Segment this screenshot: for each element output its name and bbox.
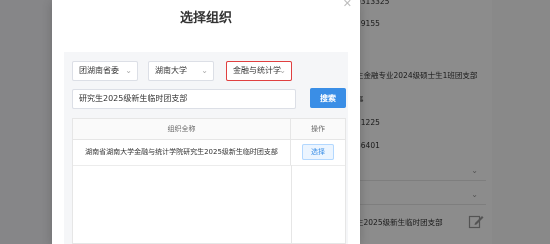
province-select-value: 团湖南省委 [79,66,119,75]
filter-panel: 团湖南省委 ⌄ 湖南大学 ⌄ 金融与统计学 ⌄ 研究生2025级新生临时团支部 … [64,52,348,244]
column-header-name: 组织全称 [73,119,291,139]
college-select[interactable]: 金融与统计学 ⌄ [226,61,292,81]
select-button[interactable]: 选择 [302,144,334,160]
action-cell: 选择 [291,139,345,165]
close-icon[interactable]: ✕ [343,0,352,10]
university-select[interactable]: 湖南大学 ⌄ [148,61,214,81]
organization-name-cell: 湖南省湖南大学金融与统计学院研究生2025级新生临时团支部 [73,139,291,165]
select-organization-dialog: 选择组织 ✕ 团湖南省委 ⌄ 湖南大学 ⌄ 金融与统计学 ⌄ 研究生2025级新… [52,0,360,244]
column-divider [291,165,292,243]
search-button[interactable]: 搜索 [310,88,346,108]
chevron-down-icon: ⌄ [279,66,286,75]
chevron-down-icon: ⌄ [201,66,208,75]
organization-search-input[interactable]: 研究生2025级新生临时团支部 [72,89,296,109]
province-select[interactable]: 团湖南省委 ⌄ [72,61,138,81]
dialog-title: 选择组织 [179,11,232,26]
table-header: 组织全称 操作 [73,119,345,140]
organization-table: 组织全称 操作 湖南省湖南大学金融与统计学院研究生2025级新生临时团支部 选择 [72,118,346,244]
chevron-down-icon: ⌄ [125,66,132,75]
column-header-action: 操作 [311,125,325,133]
university-select-value: 湖南大学 [155,66,187,75]
table-row: 湖南省湖南大学金融与统计学院研究生2025级新生临时团支部 选择 [73,139,345,166]
college-select-value: 金融与统计学 [233,66,281,75]
